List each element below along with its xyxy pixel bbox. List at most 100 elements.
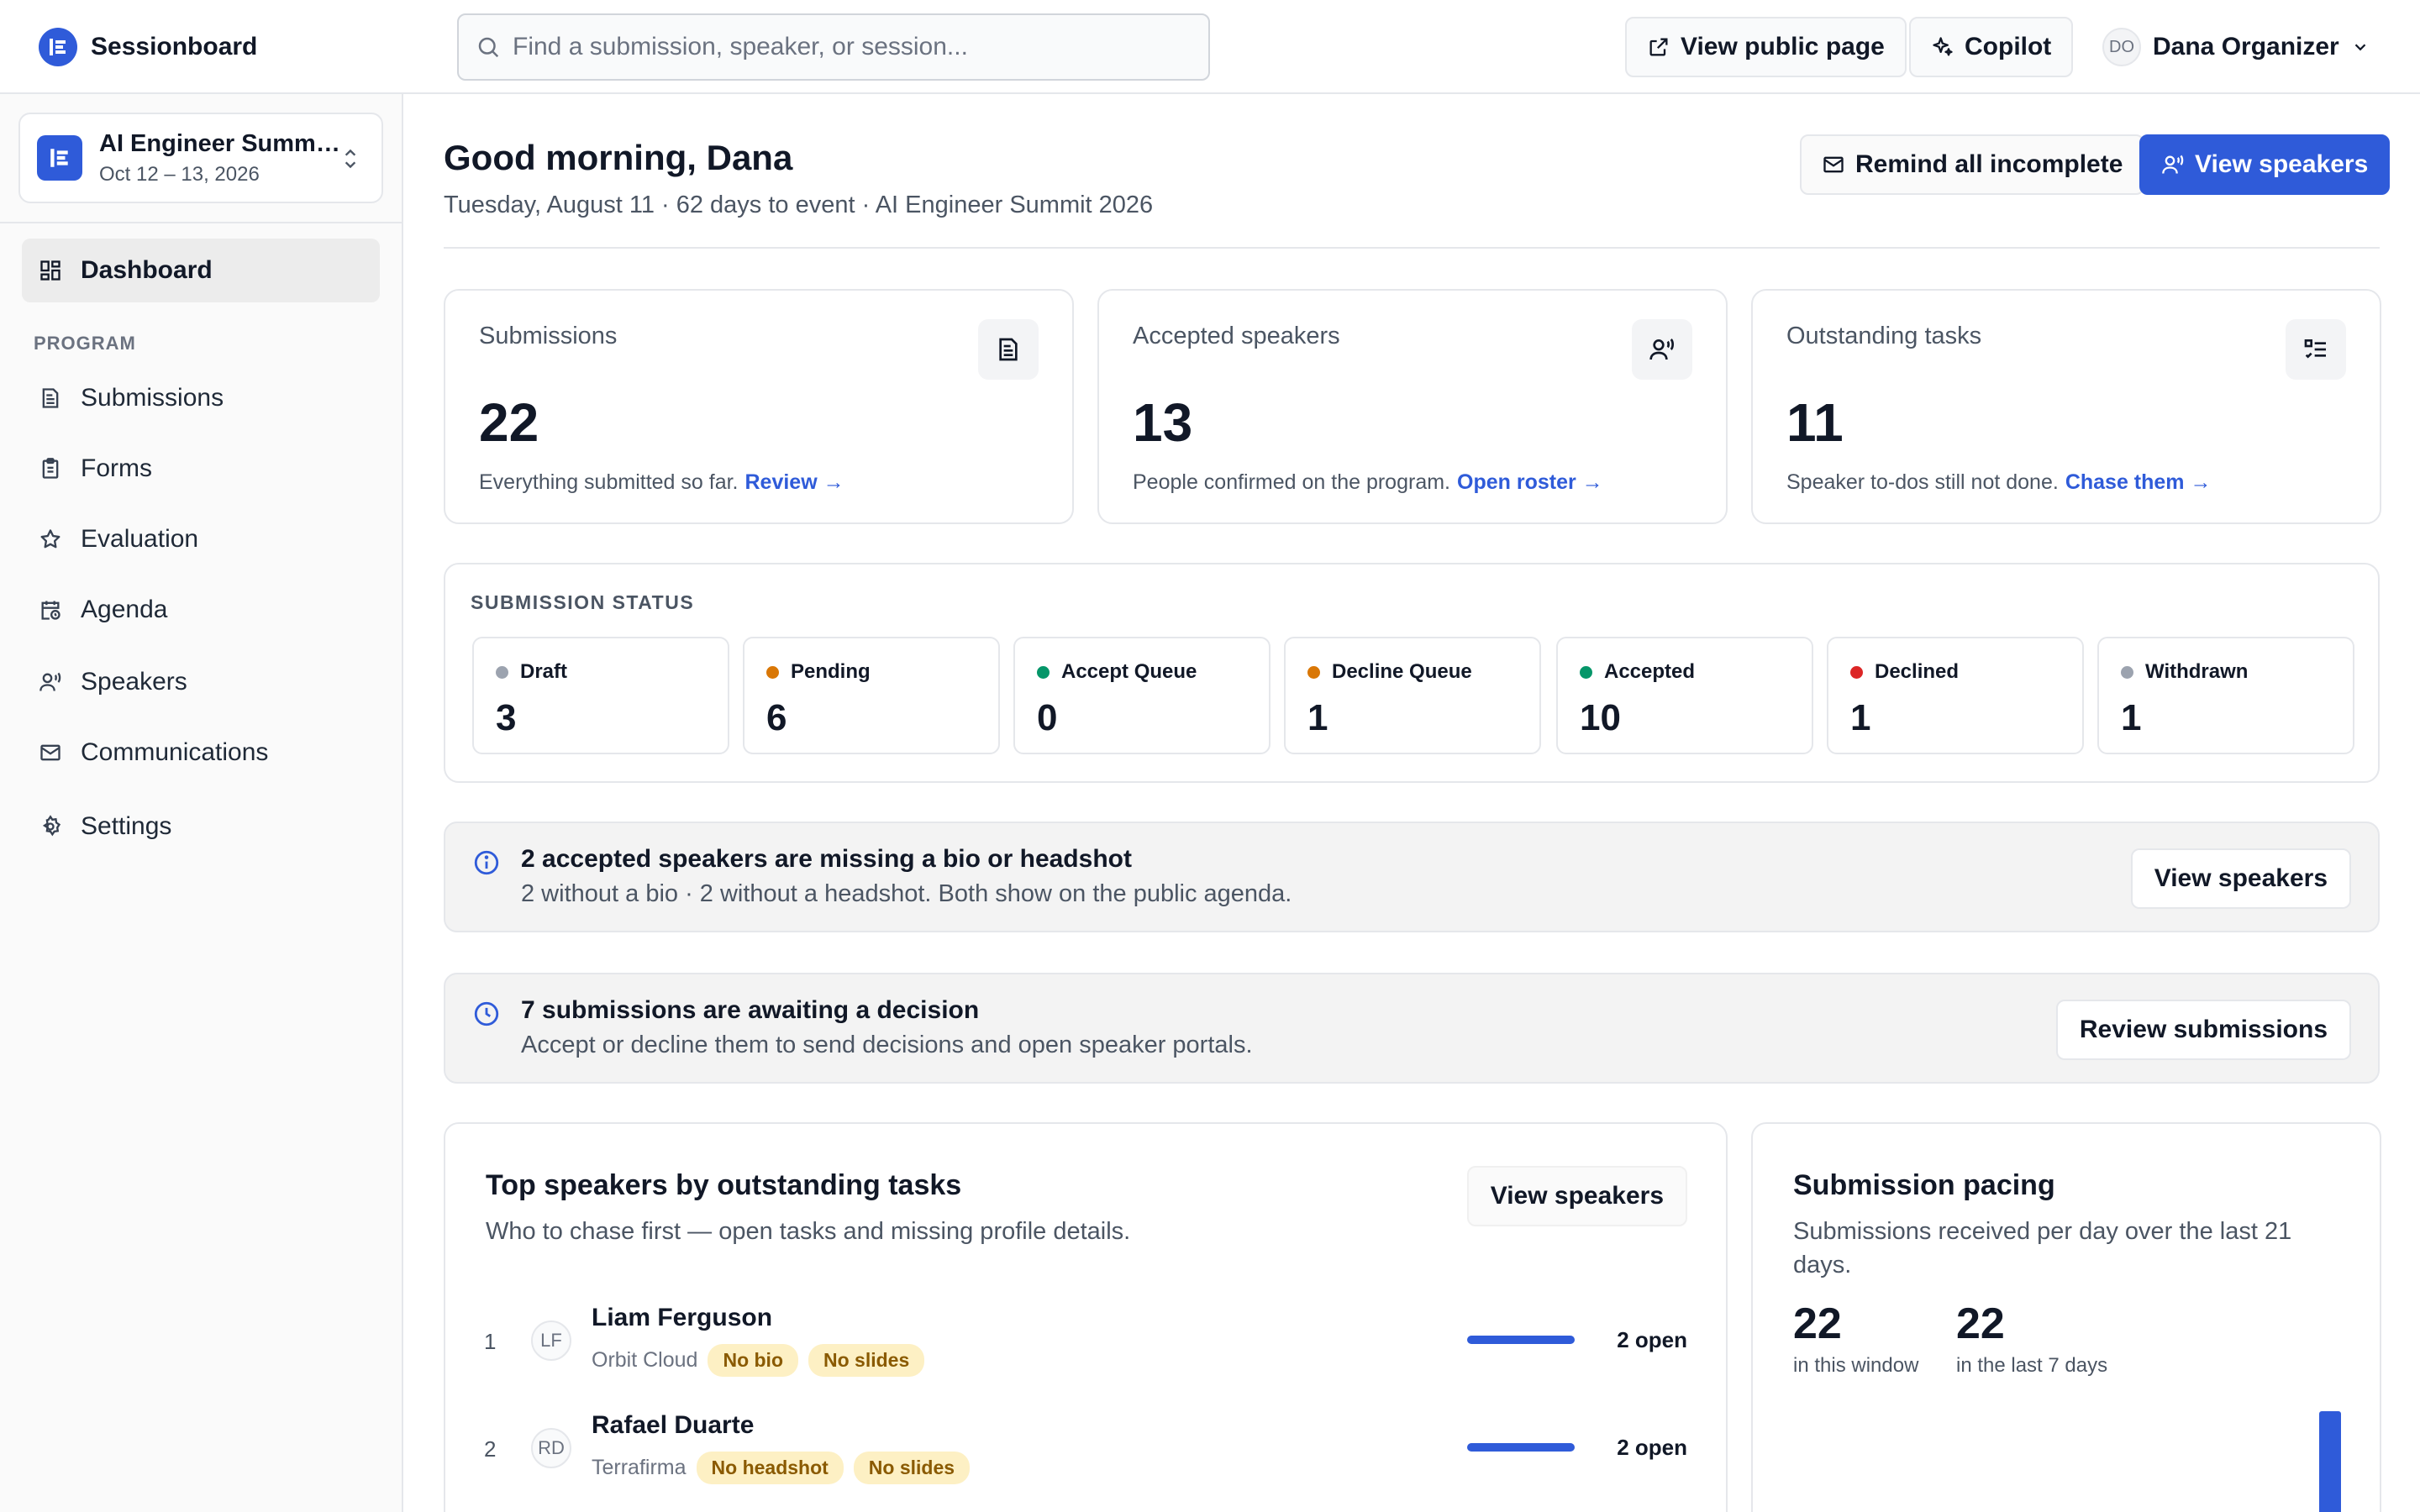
- global-search[interactable]: [457, 13, 1210, 81]
- speaker-company: Orbit Cloud: [592, 1348, 698, 1372]
- table-row[interactable]: 2 RD Rafael Duarte Terrafirma No headsho…: [484, 1403, 1687, 1495]
- copilot-button[interactable]: Copilot: [1909, 17, 2074, 77]
- stat-card-accepted-speakers: Accepted speakers 13 People confirmed on…: [1097, 289, 1728, 524]
- speaker-icon: [1632, 319, 1692, 380]
- status-label: Withdrawn: [2145, 660, 2249, 683]
- kpi-label: in this window: [1793, 1354, 1919, 1377]
- alert-body: 2 without a bio · 2 without a headshot. …: [521, 880, 1292, 907]
- stat-value: 22: [479, 392, 539, 453]
- view-public-page-label: View public page: [1681, 33, 1885, 60]
- external-link-icon: [1647, 35, 1670, 59]
- status-withdrawn[interactable]: Withdrawn 1: [2097, 637, 2354, 754]
- task-progress-fill: [1467, 1336, 1575, 1344]
- stat-title: Submissions: [479, 323, 618, 349]
- section-heading: SUBMISSION STATUS: [471, 591, 695, 613]
- alert-view-speakers-button[interactable]: View speakers: [2130, 848, 2351, 909]
- avatar: RD: [531, 1428, 571, 1468]
- status-label: Pending: [791, 660, 871, 683]
- speaker-name[interactable]: Rafael Duarte: [592, 1411, 754, 1440]
- top-bar: Sessionboard View public page Copilot DO…: [0, 0, 2420, 94]
- chase-them-link[interactable]: Chase them →: [2065, 470, 2212, 494]
- page-subtitle: Tuesday, August 11 · 62 days to event · …: [444, 192, 1154, 218]
- alert-awaiting-decision: 7 submissions are awaiting a decision Ac…: [444, 973, 2380, 1084]
- open-roster-link[interactable]: Open roster →: [1457, 470, 1603, 494]
- stat-title: Outstanding tasks: [1786, 323, 1982, 349]
- clock-icon: [472, 1000, 501, 1028]
- sidebar-item-label: Dashboard: [81, 256, 213, 284]
- status-draft[interactable]: Draft 3: [472, 637, 729, 754]
- speaker-icon: [2161, 153, 2185, 176]
- kpi-label: in the last 7 days: [1956, 1354, 2108, 1377]
- stat-description: Everything submitted so far. Review →: [479, 470, 844, 495]
- stat-value: 13: [1133, 392, 1193, 453]
- sidebar-item-communications[interactable]: Communications: [22, 721, 380, 785]
- stat-description-text: Speaker to-dos still not done.: [1786, 470, 2059, 494]
- sidebar-item-submissions[interactable]: Submissions: [22, 366, 380, 430]
- status-label: Decline Queue: [1332, 660, 1472, 683]
- sidebar-item-label: Forms: [81, 454, 152, 482]
- user-menu[interactable]: DO Dana Organizer: [2102, 27, 2370, 67]
- task-progress-bar: [1467, 1443, 1575, 1452]
- kpi-value: 22: [1793, 1299, 1842, 1348]
- kpi-last-7-days: 22 in the last 7 days: [1956, 1299, 2107, 1378]
- speaker-icon: [39, 670, 62, 694]
- status-label: Declined: [1875, 660, 1960, 683]
- missing-tag: No bio: [708, 1344, 798, 1377]
- stat-description-text: People confirmed on the program.: [1133, 470, 1450, 494]
- status-accept-queue[interactable]: Accept Queue 0: [1013, 637, 1270, 754]
- sidebar-item-dashboard[interactable]: Dashboard: [22, 239, 380, 302]
- status-accepted[interactable]: Accepted 10: [1556, 637, 1813, 754]
- page-title: Good morning, Dana: [444, 138, 793, 177]
- view-speakers-button[interactable]: View speakers: [2139, 134, 2391, 195]
- brand[interactable]: Sessionboard: [39, 27, 257, 67]
- sidebar-item-forms[interactable]: Forms: [22, 437, 380, 501]
- event-switcher[interactable]: AI Engineer Summit 2026 Oct 12 – 13, 202…: [18, 113, 383, 203]
- view-public-page-button[interactable]: View public page: [1625, 17, 1907, 77]
- status-label: Draft: [520, 660, 568, 683]
- mail-send-icon: [1822, 153, 1845, 176]
- status-count: 1: [1307, 697, 1328, 738]
- sidebar-item-agenda[interactable]: Agenda: [22, 578, 380, 642]
- open-task-count: 2 open: [1617, 1435, 1687, 1460]
- event-name: AI Engineer Summit 2026: [99, 129, 343, 157]
- calendar-clock-icon: [39, 598, 62, 622]
- status-count: 10: [1580, 697, 1621, 738]
- gear-icon: [39, 815, 62, 838]
- status-dot: [766, 665, 779, 679]
- pacing-bar: [2319, 1411, 2341, 1512]
- info-icon: [472, 848, 501, 877]
- sidebar-item-speakers[interactable]: Speakers: [22, 650, 380, 714]
- stat-description-text: Everything submitted so far.: [479, 470, 739, 494]
- speaker-company: Terrafirma: [592, 1456, 687, 1479]
- status-pending[interactable]: Pending 6: [743, 637, 1000, 754]
- status-count: 1: [1850, 697, 1871, 738]
- speaker-name[interactable]: Liam Ferguson: [592, 1304, 772, 1332]
- sidebar-item-label: Agenda: [81, 596, 168, 623]
- sparkles-icon: [1931, 35, 1954, 59]
- stat-title: Accepted speakers: [1133, 323, 1340, 349]
- status-declined[interactable]: Declined 1: [1827, 637, 2084, 754]
- stat-description: People confirmed on the program. Open ros…: [1133, 470, 1603, 495]
- status-dot: [496, 665, 508, 679]
- alert-missing-profile: 2 accepted speakers are missing a bio or…: [444, 822, 2380, 932]
- remind-all-incomplete-button[interactable]: Remind all incomplete: [1800, 134, 2145, 195]
- sidebar-item-label: Communications: [81, 738, 269, 766]
- panel-view-speakers-button[interactable]: View speakers: [1466, 1166, 1687, 1226]
- clipboard-icon: [39, 457, 62, 480]
- copilot-label: Copilot: [1965, 33, 2052, 60]
- sidebar-item-label: Settings: [81, 812, 172, 840]
- view-speakers-label: View speakers: [2195, 150, 2369, 178]
- table-row[interactable]: 1 LF Liam Ferguson Orbit Cloud No bio No…: [484, 1295, 1687, 1388]
- sidebar-item-settings[interactable]: Settings: [22, 795, 380, 858]
- review-submissions-button[interactable]: Review submissions: [2055, 1000, 2351, 1060]
- search-input[interactable]: [513, 33, 1185, 61]
- task-list-icon: [2286, 319, 2346, 380]
- review-link[interactable]: Review →: [744, 470, 844, 494]
- stat-description: Speaker to-dos still not done. Chase them…: [1786, 470, 2211, 495]
- sidebar-item-evaluation[interactable]: Evaluation: [22, 507, 380, 571]
- speaker-rank: 2: [484, 1436, 497, 1462]
- status-decline-queue[interactable]: Decline Queue 1: [1284, 637, 1541, 754]
- search-icon: [476, 34, 501, 60]
- speaker-rank: 1: [484, 1329, 497, 1354]
- chevrons-up-down-icon: [339, 146, 361, 171]
